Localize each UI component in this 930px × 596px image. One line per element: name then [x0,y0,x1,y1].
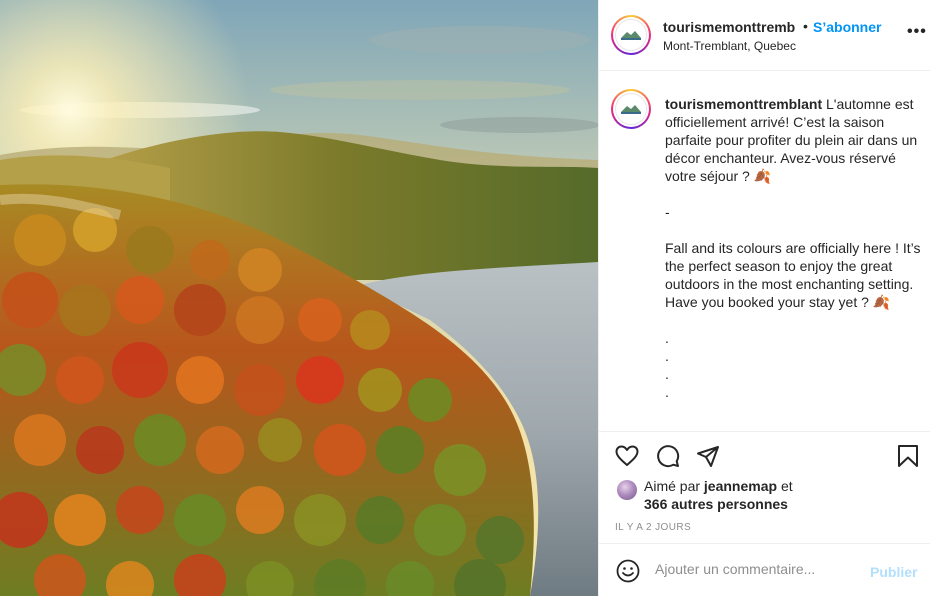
location-link[interactable]: Mont-Tremblant, Quebec [663,39,796,53]
caption-username[interactable]: tourismemonttremblant [665,96,822,112]
author-avatar[interactable] [611,15,651,55]
comment-icon[interactable] [655,443,681,469]
liker-username[interactable]: jeannemap [704,478,777,494]
liker-avatar[interactable] [617,480,637,500]
caption-text: tourismemonttremblant L'automne est offi… [665,95,921,401]
emoji-icon[interactable] [615,558,641,584]
author-username[interactable]: tourismemonttremb [663,19,795,35]
heart-icon[interactable] [614,443,640,469]
liked-by-suffix: et [777,478,793,494]
post-image[interactable] [0,0,598,596]
liked-by-text: Aimé par jeannemap et [644,478,793,494]
post-actions: Aimé par jeannemap et 366 autres personn… [599,431,930,543]
share-icon[interactable] [695,443,721,469]
publish-button[interactable]: Publier [870,564,917,580]
post-timestamp[interactable]: IL Y A 2 JOURS [615,522,691,533]
bookmark-icon[interactable] [895,443,921,469]
comment-bar: Publier [599,543,930,596]
comment-input[interactable] [655,561,855,577]
caption-area: tourismemonttremblant L'automne est offi… [599,71,930,431]
liked-by-prefix: Aimé par [644,478,704,494]
likes-others-count[interactable]: 366 autres personnes [644,496,788,512]
autumn-landscape-photo [0,0,598,596]
post-header: tourismemonttremb • S’abonner Mont-Tremb… [599,0,930,71]
separator-dot: • [803,18,808,34]
more-options-icon[interactable]: ••• [907,23,927,41]
brand-logo-icon [621,31,641,40]
post-side-panel: tourismemonttremb • S’abonner Mont-Tremb… [598,0,930,596]
brand-logo-icon [621,105,641,114]
caption-avatar[interactable] [611,89,651,129]
follow-button[interactable]: S’abonner [813,19,881,35]
caption-body: L'automne est officiellement arrivé! C’e… [665,96,921,400]
